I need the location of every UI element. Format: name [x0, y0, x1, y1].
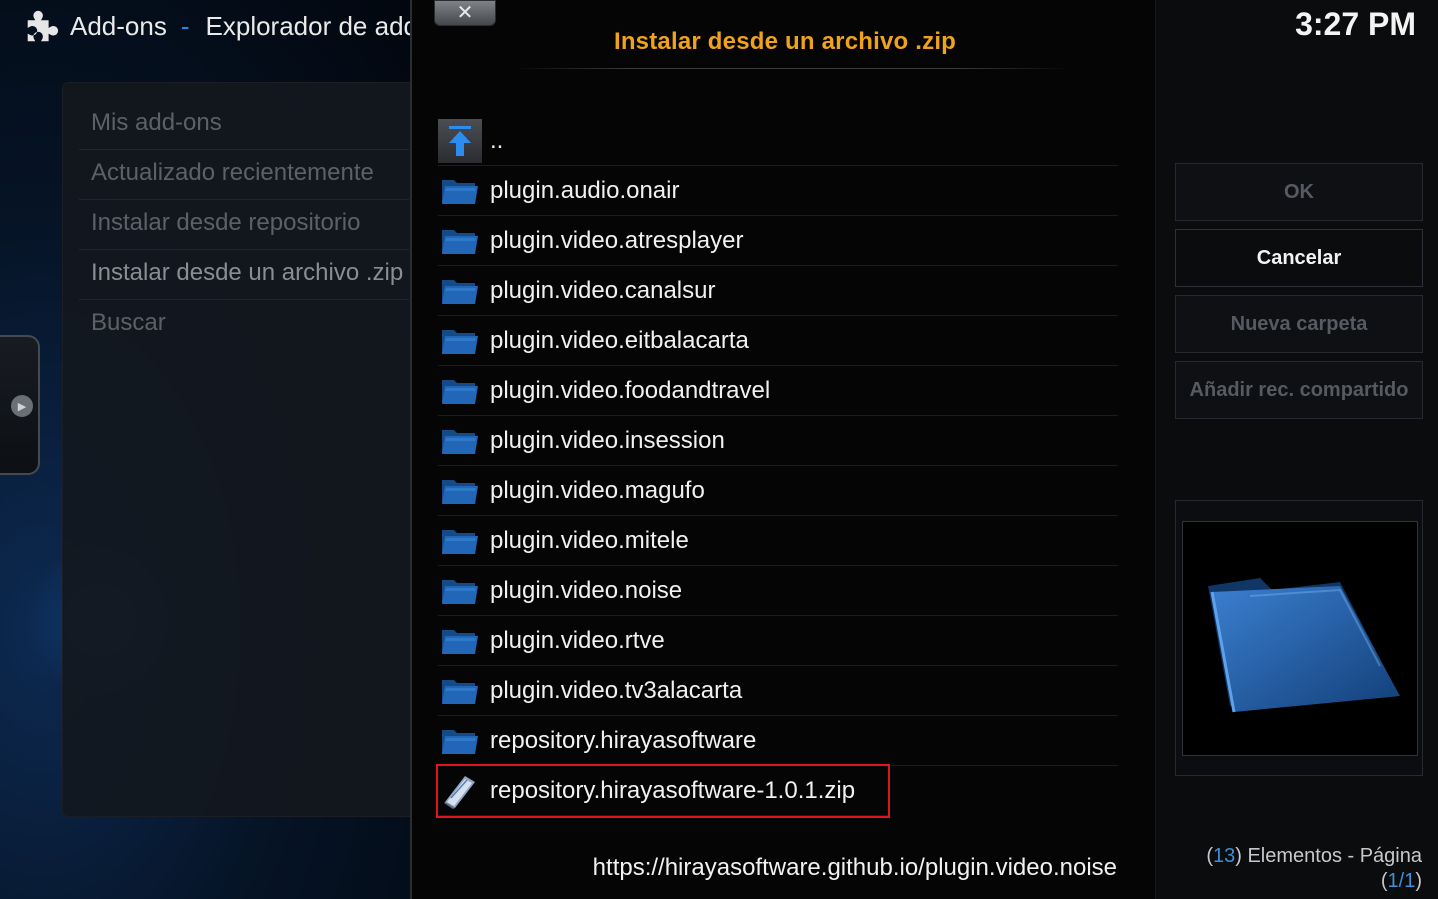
list-item[interactable]: plugin.video.noise	[438, 566, 1118, 616]
side-menu-tab[interactable]: ▶	[0, 335, 40, 475]
folder-icon	[438, 569, 482, 613]
cancel-button[interactable]: Cancelar	[1175, 229, 1423, 287]
current-path: https://hirayasoftware.github.io/plugin.…	[592, 854, 1117, 881]
list-item[interactable]: plugin.video.rtve	[438, 616, 1118, 666]
close-button[interactable]: ✕	[434, 0, 496, 26]
folder-icon	[438, 519, 482, 563]
addon-menu-panel: Mis add-ons Actualizado recientemente In…	[62, 82, 422, 817]
elements-label: Elementos - Página	[1247, 845, 1422, 867]
file-label: repository.hirayasoftware	[490, 726, 757, 754]
file-label: ..	[490, 126, 504, 154]
dialog-title: Instalar desde un archivo .zip	[613, 28, 957, 55]
folder-icon	[438, 419, 482, 463]
menu-item-search[interactable]: Buscar	[91, 309, 166, 337]
file-label: plugin.video.magufo	[490, 476, 705, 504]
file-label: plugin.video.rtve	[490, 626, 665, 654]
file-label: plugin.video.canalsur	[490, 276, 716, 304]
header-separator: -	[180, 10, 190, 41]
folder-icon	[438, 719, 482, 763]
page-info: (13) Elementos - Página (1/1)	[1182, 844, 1422, 894]
file-label: plugin.video.foodandtravel	[490, 376, 771, 404]
clock: 3:27 PM	[1295, 6, 1416, 42]
zip-file-icon	[438, 769, 482, 813]
file-label: plugin.audio.onair	[490, 176, 680, 204]
item-count-value: 13	[1212, 845, 1236, 867]
item-count: (13) Elementos - Página	[1206, 845, 1422, 867]
file-list: .. plugin.audio.onair plugin.video.atres…	[436, 116, 1118, 818]
ok-button[interactable]: OK	[1175, 163, 1423, 221]
list-item[interactable]: repository.hirayasoftware	[438, 716, 1118, 766]
menu-divider	[79, 299, 409, 300]
file-label: repository.hirayasoftware-1.0.1.zip	[490, 776, 856, 804]
menu-item-my-addons[interactable]: Mis add-ons	[91, 109, 222, 137]
file-browser-dialog: ✕ Instalar desde un archivo .zip .. plug…	[410, 0, 1156, 899]
menu-item-install-from-repository[interactable]: Instalar desde repositorio	[91, 209, 360, 237]
list-item[interactable]: plugin.video.mitele	[438, 516, 1118, 566]
list-item[interactable]: plugin.video.insession	[438, 416, 1118, 466]
preview-thumbnail	[1182, 521, 1418, 756]
menu-divider	[79, 149, 409, 150]
puzzle-piece-icon	[22, 7, 60, 45]
new-folder-button[interactable]: Nueva carpeta	[1175, 295, 1423, 353]
title-divider	[512, 68, 1072, 69]
folder-icon	[438, 269, 482, 313]
chevron-right-icon: ▶	[11, 395, 33, 417]
large-folder-icon	[1190, 556, 1410, 721]
file-label: plugin.video.mitele	[490, 526, 689, 554]
folder-icon	[438, 319, 482, 363]
menu-divider	[79, 249, 409, 250]
add-network-share-button[interactable]: Añadir rec. compartido	[1175, 361, 1423, 419]
file-label: plugin.video.atresplayer	[490, 226, 744, 254]
list-item[interactable]: plugin.video.tv3alacarta	[438, 666, 1118, 716]
list-item[interactable]: plugin.audio.onair	[438, 166, 1118, 216]
header-breadcrumb: Explorador de add-ons	[205, 10, 440, 41]
folder-icon	[438, 169, 482, 213]
list-item[interactable]: plugin.video.canalsur	[438, 266, 1118, 316]
menu-item-install-from-zip[interactable]: Instalar desde un archivo .zip	[91, 259, 403, 287]
parent-folder-icon	[438, 118, 482, 163]
file-label: plugin.video.tv3alacarta	[490, 676, 743, 704]
page-value: 1/1	[1387, 870, 1416, 892]
list-item-zip-selected[interactable]: repository.hirayasoftware-1.0.1.zip	[436, 764, 890, 818]
list-item-parent-folder[interactable]: ..	[438, 116, 1118, 166]
folder-icon	[438, 219, 482, 263]
menu-divider	[79, 199, 409, 200]
list-item[interactable]: plugin.video.eitbalacarta	[438, 316, 1118, 366]
folder-icon	[438, 369, 482, 413]
preview-panel	[1175, 500, 1423, 776]
menu-item-recently-updated[interactable]: Actualizado recientemente	[91, 159, 374, 187]
header-section: Add-ons	[70, 10, 167, 41]
folder-icon	[438, 619, 482, 663]
file-label: plugin.video.eitbalacarta	[490, 326, 749, 354]
folder-icon	[438, 669, 482, 713]
header: Add-ons - Explorador de add-ons	[0, 0, 440, 52]
list-item[interactable]: plugin.video.foodandtravel	[438, 366, 1118, 416]
list-item[interactable]: plugin.video.magufo	[438, 466, 1118, 516]
page-indicator: (1/1)	[1380, 870, 1422, 892]
folder-icon	[438, 469, 482, 513]
file-label: plugin.video.noise	[490, 576, 683, 604]
file-label: plugin.video.insession	[490, 426, 725, 454]
list-item[interactable]: plugin.video.atresplayer	[438, 216, 1118, 266]
